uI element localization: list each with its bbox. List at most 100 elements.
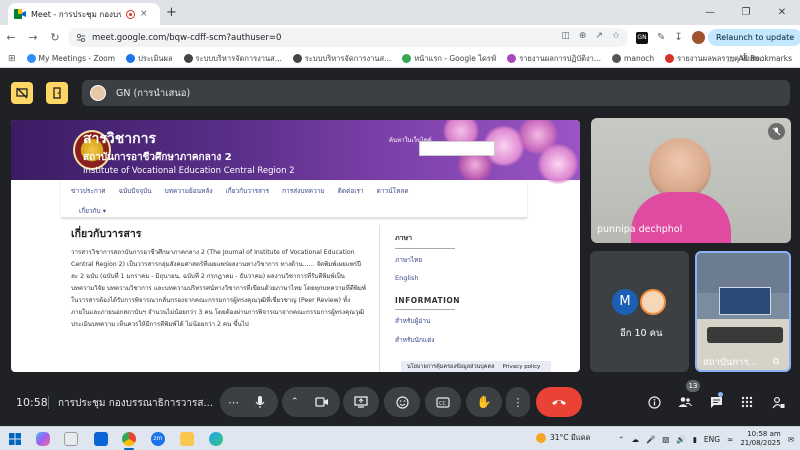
downloads-icon[interactable]: ↧ <box>674 32 682 43</box>
bookmark-star-icon[interactable]: ☆ <box>612 31 620 41</box>
captions-button[interactable]: CC <box>425 387 461 417</box>
zoom-icon[interactable]: ⊕ <box>579 31 587 41</box>
microphone-tray-icon[interactable]: 🎤 <box>646 435 655 444</box>
site-search-input[interactable] <box>419 141 495 156</box>
site-info-icon[interactable] <box>76 33 86 43</box>
chat-button[interactable] <box>707 392 725 411</box>
outlook-icon[interactable] <box>94 432 108 446</box>
relaunch-update-button[interactable]: Relaunch to update <box>708 29 800 46</box>
back-button[interactable]: ← <box>0 31 22 44</box>
tab-close-icon[interactable]: × <box>140 9 148 19</box>
volume-icon[interactable]: 🔊 <box>676 435 685 444</box>
divider <box>48 396 49 409</box>
minimize-button[interactable]: — <box>692 0 728 25</box>
close-window-button[interactable]: ✕ <box>764 0 800 25</box>
edge-icon[interactable] <box>209 432 223 446</box>
nav-link[interactable]: เกี่ยวกับวารสาร <box>226 186 270 196</box>
nav-link-about-dropdown[interactable]: เกี่ยวกับ ▾ <box>79 206 106 216</box>
leave-room-button[interactable] <box>46 82 68 104</box>
cloud-icon[interactable]: ☁ <box>631 435 639 444</box>
nav-link[interactable]: ดาวน์โหลด <box>377 186 409 196</box>
meeting-info-button[interactable] <box>645 393 663 411</box>
privacy-policy-link-th[interactable]: นโยบายการคุ้มครองข้อมูลส่วนบุคคล <box>407 363 495 371</box>
bookmark-item[interactable]: ระบบบริหารจัดการงานส... <box>183 53 282 65</box>
taskbar-clock[interactable]: 10:58 am 21/08/2025 <box>740 430 780 448</box>
bookmark-favicon-icon <box>183 54 193 63</box>
extension-gn-icon[interactable]: GN <box>636 31 648 44</box>
participant-video <box>649 138 711 200</box>
lang-link-thai[interactable]: ภาษาไทย <box>395 255 529 265</box>
apps-grid-icon[interactable]: ⊞ <box>8 54 16 64</box>
chevron-up-icon[interactable]: ⌃ <box>618 435 624 444</box>
input-language[interactable]: ENG <box>704 435 720 444</box>
bookmark-item[interactable]: manoch <box>612 54 654 63</box>
file-manager-icon[interactable] <box>64 432 78 446</box>
picture-in-picture-icon[interactable]: ⧉ <box>773 357 779 367</box>
presenter-label: GN (การนำเสนอ) <box>116 87 191 99</box>
bookmark-item[interactable]: รายงานผลการปฏิบัติงา... <box>507 53 601 65</box>
site-nav: ข่าวประกาศ ฉบับปัจจุบัน บทความย้อนหลัง เ… <box>61 180 527 218</box>
camera-icon[interactable] <box>315 396 329 408</box>
info-link-authors[interactable]: สำหรับนักแต่ง <box>395 335 529 345</box>
meeting-name[interactable]: การประชุม กองบรรณาธิการวารส... <box>58 396 213 411</box>
mic-control-group: ⋯ <box>220 387 278 417</box>
forward-button[interactable]: → <box>22 31 44 44</box>
participant-tile-punnipa[interactable]: punnipa dechphol <box>591 118 791 243</box>
notification-bell-icon[interactable]: ✉ <box>788 435 794 444</box>
bookmark-item[interactable]: My Meetings - Zoom <box>26 54 115 63</box>
wifi-icon[interactable]: ≈ <box>727 435 733 444</box>
microphone-icon[interactable] <box>254 395 266 409</box>
tab-title: Meet - การประชุม กองบรรณาธิ <box>31 9 121 19</box>
battery-icon[interactable]: ▮ <box>693 435 697 444</box>
chevron-up-icon[interactable]: ⌃ <box>291 397 299 407</box>
nav-link[interactable]: ข่าวประกาศ <box>71 186 106 196</box>
present-screen-button[interactable] <box>343 387 379 417</box>
more-options-button[interactable]: ⋮ <box>506 387 530 417</box>
nav-link[interactable]: ฉบับปัจจุบัน <box>119 186 152 196</box>
folder-icon[interactable] <box>180 432 194 446</box>
weather-widget[interactable]: 31°C มีแดด <box>536 432 590 444</box>
privacy-bar: นโยบายการคุ้มครองข้อมูลส่วนบุคคล Privacy… <box>401 361 551 372</box>
more-audio-options-icon[interactable]: ⋯ <box>228 396 239 409</box>
activities-button[interactable] <box>738 393 756 411</box>
chrome-icon[interactable] <box>122 432 136 446</box>
profile-avatar[interactable] <box>691 31 705 44</box>
address-bar[interactable]: meet.google.com/bqw-cdff-scm?authuser=0 … <box>68 28 628 47</box>
presenter-chip[interactable]: GN (การนำเสนอ) <box>82 80 790 106</box>
maximize-button[interactable]: ❐ <box>728 0 764 25</box>
meeting-clock: 10:58 <box>16 396 48 409</box>
all-bookmarks-button[interactable]: 🗀 All Bookmarks <box>727 54 792 67</box>
bookmark-item[interactable]: ระบบบริหารจัดการงานส... <box>292 53 391 65</box>
bookmark-item[interactable]: หน้าแรก - Google ไดรฟ์ <box>402 53 496 65</box>
camera-permission-icon[interactable]: ◫ <box>561 31 570 41</box>
nav-link[interactable]: ติดต่อเรา <box>338 186 364 196</box>
people-button[interactable] <box>676 393 694 411</box>
main-content: เกี่ยวกับวารสาร วารสารวิชาการสถาบันการอา… <box>61 225 371 328</box>
lang-link-english[interactable]: English <box>395 274 529 282</box>
reactions-button[interactable] <box>384 387 420 417</box>
share-icon[interactable]: ↗ <box>595 31 603 41</box>
browser-tab-strip: Meet - การประชุม กองบรรณาธิ × + — ❐ ✕ <box>0 0 800 25</box>
copilot-icon[interactable] <box>36 432 50 446</box>
new-tab-button[interactable]: + <box>166 5 177 20</box>
browser-tab-meet[interactable]: Meet - การประชุม กองบรรณาธิ × <box>8 3 160 25</box>
extensions-puzzle-icon[interactable]: ✎ <box>657 32 665 43</box>
stop-presenting-button[interactable] <box>11 82 33 104</box>
host-controls-button[interactable] <box>769 393 787 411</box>
zoom-app-icon[interactable]: zm <box>151 432 165 446</box>
bookmarks-bar: ⊞ My Meetings - Zoom ประเมินผล ระบบบริหา… <box>0 50 800 68</box>
raise-hand-button[interactable]: ✋ <box>466 387 502 417</box>
info-link-readers[interactable]: สำหรับผู้อ่าน <box>395 316 529 326</box>
start-windows-icon[interactable] <box>8 432 22 446</box>
privacy-policy-link-en[interactable]: Privacy policy <box>503 364 541 370</box>
present-screen-icon <box>354 396 368 408</box>
bookmark-item[interactable]: ประเมินผล <box>126 53 173 65</box>
site-title: สารวิชาการ <box>83 131 157 147</box>
nav-link[interactable]: บทความย้อนหลัง <box>165 186 213 196</box>
network-icon[interactable]: ▧ <box>662 435 669 444</box>
leave-call-button[interactable] <box>536 387 582 417</box>
reload-button[interactable]: ↻ <box>44 31 66 44</box>
nav-link[interactable]: การส่งบทความ <box>282 186 325 196</box>
participant-tile-institute[interactable]: สถาบันการ... ⧉ <box>695 251 791 372</box>
participant-tile-others[interactable]: M อีก 10 คน <box>590 251 689 372</box>
